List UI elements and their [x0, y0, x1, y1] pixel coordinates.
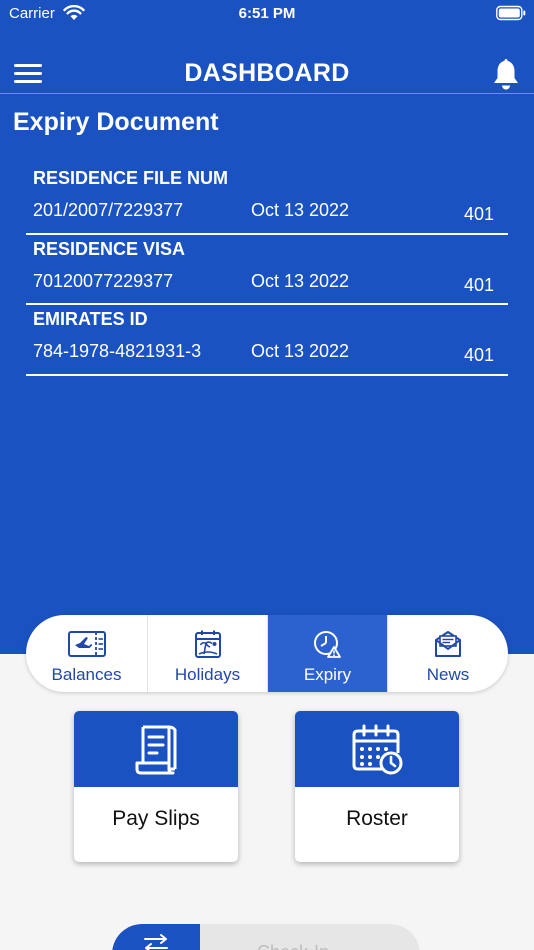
dashboard-tab-bar: Balances Holidays Expiry News: [26, 615, 508, 692]
roster-card[interactable]: Roster: [295, 711, 459, 862]
document-number: 784-1978-4821931-3: [33, 341, 202, 361]
tab-holidays[interactable]: Holidays: [147, 615, 267, 692]
tab-label: Holidays: [174, 665, 241, 684]
card-label: Roster: [346, 807, 408, 830]
toggle-text: Check-In: [257, 942, 329, 950]
expiry-date: Oct 13 2022: [251, 200, 350, 220]
bell-icon[interactable]: [492, 57, 520, 91]
expiry-date: Oct 13 2022: [251, 341, 350, 361]
holiday-calendar-icon: [194, 630, 221, 658]
document-count: 401: [463, 345, 494, 365]
pay-slips-card[interactable]: Pay Slips: [74, 711, 238, 862]
list-item[interactable]: RESIDENCE FILE NUM 201/2007/7229377 Oct …: [26, 164, 508, 235]
receipt-icon: [135, 725, 177, 775]
battery-icon: [496, 5, 526, 21]
status-bar: Carrier 6:51 PM: [0, 0, 534, 30]
tab-balances[interactable]: Balances: [26, 615, 147, 692]
document-name: RESIDENCE FILE NUM: [33, 168, 229, 188]
page-title: DASHBOARD: [184, 59, 350, 87]
status-time: 6:51 PM: [238, 5, 296, 22]
list-item[interactable]: RESIDENCE VISA 70120077229377 Oct 13 202…: [26, 235, 508, 305]
section-title: Expiry Document: [13, 108, 219, 136]
expiry-date: Oct 13 2022: [251, 270, 350, 291]
list-item[interactable]: EMIRATES ID 784-1978-4821931-3 Oct 13 20…: [26, 305, 508, 376]
document-name: EMIRATES ID: [33, 309, 148, 329]
tab-label: Expiry: [303, 665, 352, 684]
document-count: 401: [463, 274, 494, 295]
document-name: RESIDENCE VISA: [33, 238, 186, 259]
swap-arrows-icon: [144, 934, 168, 950]
tab-label: Balances: [51, 665, 122, 684]
tab-label: News: [426, 665, 470, 684]
document-count: 401: [463, 204, 494, 224]
check-in-toggle[interactable]: Check-In: [112, 924, 420, 950]
document-number: 201/2007/7229377: [33, 200, 184, 220]
ticket-icon: [67, 631, 106, 657]
calendar-clock-icon: [352, 724, 403, 775]
card-header: [295, 711, 459, 787]
tab-expiry[interactable]: Expiry: [267, 615, 387, 692]
envelope-icon: [435, 631, 461, 657]
card-label: Pay Slips: [112, 807, 200, 830]
document-number: 70120077229377: [33, 270, 174, 291]
tab-news[interactable]: News: [387, 615, 508, 692]
card-header: [74, 711, 238, 787]
nav-bar: DASHBOARD: [0, 46, 534, 94]
expiry-document-list: RESIDENCE FILE NUM 201/2007/7229377 Oct …: [26, 164, 508, 376]
toggle-handle: [112, 924, 200, 950]
clock-warning-icon: [313, 631, 341, 658]
